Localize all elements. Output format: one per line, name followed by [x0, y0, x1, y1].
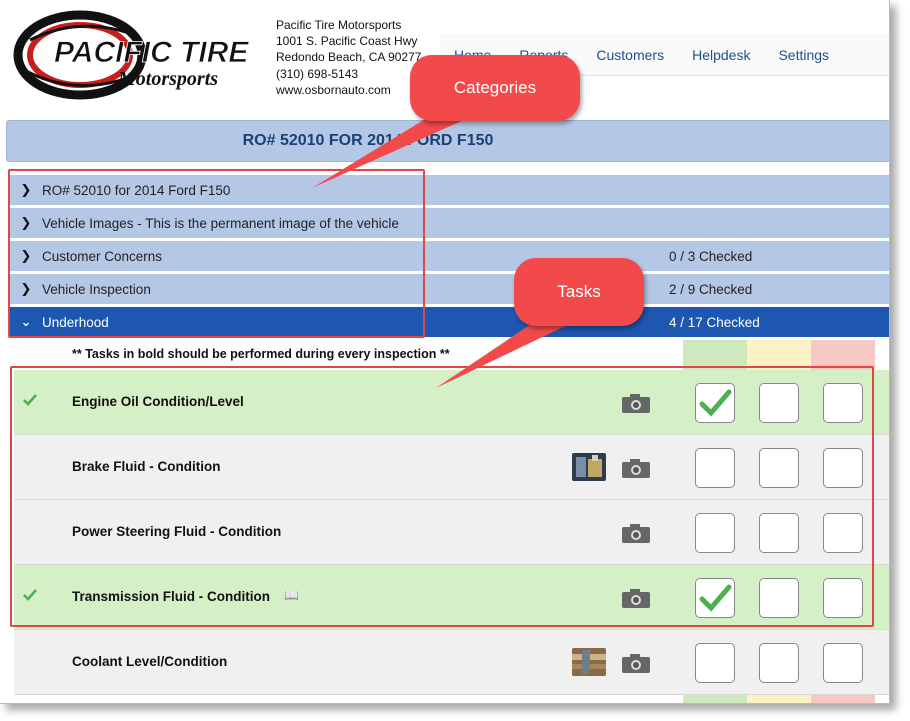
fail-checkbox[interactable] [823, 643, 863, 683]
task-row: Coolant Level/Condition [14, 630, 889, 695]
logo-line2: Motorsports [117, 68, 218, 90]
nav-settings[interactable]: Settings [778, 47, 829, 63]
inspection-note: ** Tasks in bold should be performed dur… [72, 347, 450, 361]
ro-title-bar: RO# 52010 FOR 2014 FORD F150 [6, 120, 889, 162]
warning-checkbox[interactable] [759, 643, 799, 683]
shop-website: www.osbornauto.com [276, 82, 391, 97]
logo-line1: PACIFIC TIRE [54, 36, 249, 69]
shop-address2: Redondo Beach, CA 90277 [276, 50, 422, 65]
camera-icon[interactable] [621, 652, 651, 674]
app-window: PACIFIC TIRE Motorsports Pacific Tire Mo… [0, 0, 890, 704]
ro-title: RO# 52010 FOR 2014 FORD F150 [242, 132, 494, 149]
shop-phone: (310) 698-5143 [276, 66, 359, 81]
categories-callout: Categories [410, 55, 580, 121]
nav-customers[interactable]: Customers [596, 47, 664, 63]
task-name: Coolant Level/Condition [72, 654, 228, 669]
categories-callout-label: Categories [453, 78, 537, 97]
shop-logo: PACIFIC TIRE Motorsports [13, 10, 250, 100]
tasks-callout-label: Tasks [557, 282, 601, 301]
shop-name: Pacific Tire Motorsports [276, 18, 402, 32]
ok-checkbox[interactable] [695, 643, 735, 683]
shop-address1: 1001 S. Pacific Coast Hwy [276, 34, 418, 49]
category-count: 2 / 9 Checked [669, 281, 753, 297]
category-count: 0 / 3 Checked [669, 248, 753, 264]
tasks-callout: Tasks [514, 258, 644, 326]
category-count: 4 / 17 Checked [669, 314, 760, 330]
shop-info: Pacific Tire Motorsports 1001 S. Pacific… [276, 17, 421, 98]
tasks-highlight [10, 366, 874, 627]
nav-helpdesk[interactable]: Helpdesk [692, 47, 750, 63]
photo-thumbnail[interactable] [572, 648, 606, 676]
categories-highlight [8, 169, 425, 338]
